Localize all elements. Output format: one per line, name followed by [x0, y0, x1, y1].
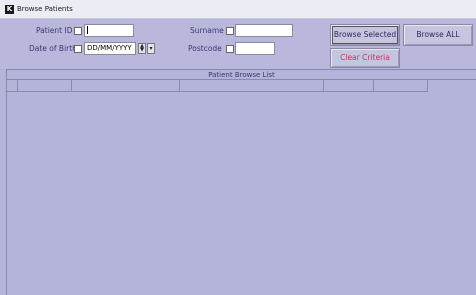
- criteria-panel: Patient ID Date of Birth DD/MM/YYYY ▲ ▼ ▾…: [0, 19, 476, 69]
- surname-checkbox[interactable]: [226, 27, 234, 35]
- dob-spinner[interactable]: ▲ ▼: [138, 43, 146, 54]
- grid-column-header[interactable]: [7, 80, 18, 91]
- postcode-input[interactable]: [235, 42, 275, 55]
- patient-id-label: Patient ID: [36, 26, 73, 35]
- patient-id-input[interactable]: [84, 24, 134, 37]
- grid-column-header[interactable]: [374, 80, 428, 91]
- patient-browse-grid[interactable]: Patient Browse List: [6, 69, 476, 295]
- browse-all-button[interactable]: Browse ALL: [403, 24, 473, 46]
- grid-column-header[interactable]: [18, 80, 72, 91]
- text-caret: [87, 26, 88, 34]
- grid-column-header[interactable]: [72, 80, 180, 91]
- grid-column-header[interactable]: [180, 80, 324, 91]
- grid-header-row: [7, 80, 428, 92]
- window-title: Browse Patients: [17, 5, 73, 13]
- grid-column-header[interactable]: [324, 80, 374, 91]
- dob-checkbox[interactable]: [74, 45, 82, 53]
- dob-value: DD/MM/YYYY: [87, 44, 132, 52]
- postcode-label: Postcode: [188, 44, 222, 53]
- dob-input[interactable]: DD/MM/YYYY: [84, 42, 136, 55]
- title-bar: K Browse Patients: [0, 0, 476, 19]
- patient-id-checkbox[interactable]: [74, 27, 82, 35]
- postcode-checkbox[interactable]: [226, 45, 234, 53]
- browse-selected-button[interactable]: Browse Selected: [330, 24, 400, 46]
- clear-criteria-button[interactable]: Clear Criteria: [330, 48, 400, 68]
- chevron-down-icon[interactable]: ▾: [147, 43, 155, 54]
- app-k-icon: K: [5, 5, 14, 14]
- surname-input[interactable]: [235, 24, 293, 37]
- surname-label: Surname: [190, 26, 224, 35]
- grid-title: Patient Browse List: [7, 70, 476, 80]
- dob-label: Date of Birth: [29, 44, 77, 53]
